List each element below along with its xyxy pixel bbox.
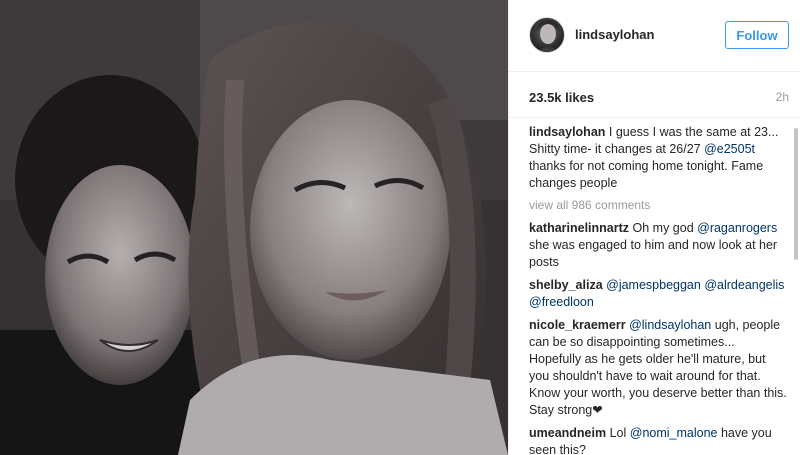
caption-author[interactable]: lindsaylohan — [529, 125, 605, 139]
avatar[interactable] — [529, 17, 565, 53]
comment: shelby_aliza @jamespbeggan @alrdeangelis… — [529, 277, 787, 311]
comment-text: Lol — [606, 426, 630, 440]
comment-text: she was engaged to him and now look at h… — [529, 238, 778, 269]
post-username[interactable]: lindsaylohan — [575, 27, 654, 42]
scrollbar[interactable] — [794, 128, 798, 260]
comment-mention[interactable]: @raganrogers — [697, 221, 777, 235]
likes-count[interactable]: 23.5k likes — [529, 90, 594, 105]
caption-text-2: thanks for not coming home tonight. Fame… — [529, 159, 764, 190]
post-sidebar: lindsaylohan Follow 23.5k likes 2h linds… — [508, 0, 800, 455]
comment-mention[interactable]: @alrdeangelis — [704, 278, 784, 292]
comment-mention[interactable]: @lindsaylohan — [629, 318, 711, 332]
caption-mention[interactable]: @e2505t — [704, 142, 755, 156]
post-header: lindsaylohan Follow — [509, 0, 800, 72]
comment: umeandneim Lol @nomi_malone have you see… — [529, 425, 787, 455]
comment-text: Oh my god — [629, 221, 698, 235]
follow-button[interactable]: Follow — [725, 21, 789, 49]
comment-container: katharinelinnartz Oh my god @raganrogers… — [529, 220, 787, 455]
post-meta: 23.5k likes 2h — [509, 72, 800, 118]
comment: nicole_kraemerr @lindsaylohan ugh, peopl… — [529, 317, 787, 419]
comment: katharinelinnartz Oh my god @raganrogers… — [529, 220, 787, 271]
post-time[interactable]: 2h — [776, 90, 789, 104]
comment-author[interactable]: nicole_kraemerr — [529, 318, 626, 332]
comment-text: ugh, people can be so disappointing some… — [529, 318, 787, 417]
comment-author[interactable]: katharinelinnartz — [529, 221, 629, 235]
view-all-comments-link[interactable]: view all 986 comments — [529, 198, 787, 212]
photo-illustration — [0, 0, 508, 455]
comment-mention[interactable]: @freedloon — [529, 295, 594, 309]
comment-mention[interactable]: @nomi_malone — [630, 426, 718, 440]
comment-author[interactable]: umeandneim — [529, 426, 606, 440]
comments-list: lindsaylohan I guess I was the same at 2… — [509, 118, 800, 455]
post-photo[interactable] — [0, 0, 508, 455]
caption: lindsaylohan I guess I was the same at 2… — [529, 124, 787, 192]
avatar-image — [536, 20, 560, 52]
comment-mention[interactable]: @jamespbeggan — [606, 278, 701, 292]
comment-author[interactable]: shelby_aliza — [529, 278, 603, 292]
